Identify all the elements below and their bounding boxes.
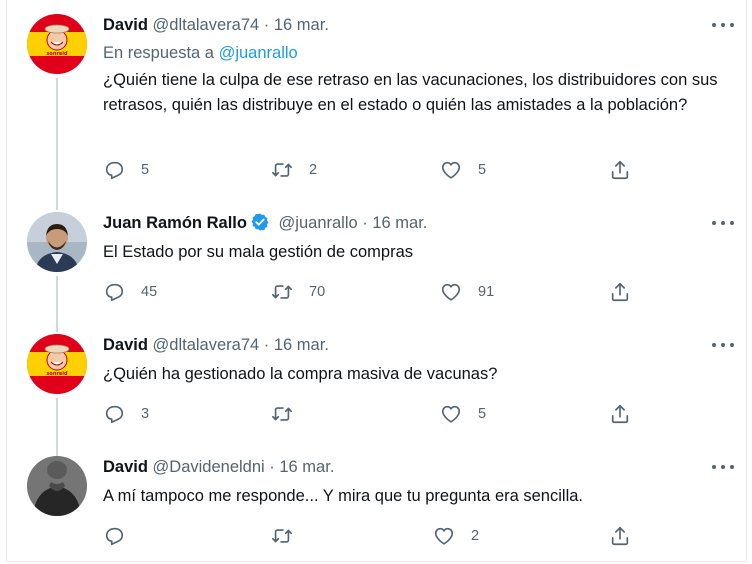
author-handle[interactable]: @Davideneldni [153,458,265,476]
thread-line [56,78,58,208]
avatar-caption: sonreid [46,51,68,57]
retweet-icon [271,525,293,547]
tweet-actions: 45 70 91 [103,280,643,304]
like-count: 5 [478,406,487,422]
retweet-count: 2 [309,162,318,178]
like-count: 2 [471,528,480,544]
tweet-text: El Estado por su mala gestión de compras [103,243,413,261]
share-button[interactable] [609,158,631,182]
tweet-date[interactable]: 16 mar. [372,214,427,232]
reply-count: 5 [141,162,150,178]
tweet-4[interactable]: David @Davideneldni · 16 mar. A mí tampo… [0,456,752,556]
verified-badge-icon [250,212,270,232]
tweet-header: David @Davideneldni · 16 mar. [103,456,334,478]
like-button[interactable]: 5 [440,402,486,426]
reply-icon [103,525,125,547]
tweet-actions: 3 5 [103,402,643,426]
tweet-actions: 5 2 5 [103,158,643,182]
retweet-icon [271,281,293,303]
share-icon [609,525,631,547]
avatar[interactable]: sonreid [27,14,87,74]
like-button[interactable]: 2 [433,524,479,548]
share-icon [609,403,631,425]
author-handle[interactable]: @dltalavera74 [153,16,260,34]
share-button[interactable] [609,280,631,304]
retweet-button[interactable] [271,402,309,426]
bottom-border [6,561,746,562]
avatar[interactable]: sonreid [27,334,87,394]
retweet-button[interactable] [271,524,309,548]
tweet-thread: sonreid David @dltalavera74 · 16 mar. En… [0,0,752,564]
share-icon [609,281,631,303]
retweet-button[interactable]: 70 [271,280,325,304]
like-button[interactable]: 5 [440,158,486,182]
like-icon [440,281,462,303]
author-name[interactable]: David [103,336,148,354]
like-icon [433,525,455,547]
like-button[interactable]: 91 [440,280,494,304]
author-name[interactable]: David [103,16,148,34]
author-handle[interactable]: @juanrallo [279,214,358,232]
avatar-image: sonreid [27,334,87,394]
author-name[interactable]: David [103,458,148,476]
tweet-2[interactable]: Juan Ramón Rallo @juanrallo · 16 mar. El… [0,194,752,332]
thread-line [56,398,58,458]
reply-prefix: En respuesta a [103,44,214,62]
avatar[interactable] [27,212,87,272]
reply-button[interactable] [103,524,141,548]
author-name[interactable]: Juan Ramón Rallo [103,214,247,232]
tweet-text: A mí tampoco me responde... Y mira que t… [103,487,583,505]
tweet-header: David @dltalavera74 · 16 mar. [103,334,329,356]
tweet-text: ¿Quién tiene la culpa de ese retraso en … [103,71,718,114]
tweet-date[interactable]: 16 mar. [274,336,329,354]
avatar-image: sonreid [27,14,87,74]
tweet-actions: 2 [103,524,643,548]
avatar-image [27,456,87,516]
reply-button[interactable]: 45 [103,280,157,304]
more-icon[interactable] [712,21,734,29]
reply-icon [103,159,125,181]
retweet-count: 70 [309,284,326,300]
tweet-1[interactable]: sonreid David @dltalavera74 · 16 mar. En… [0,14,752,208]
share-icon [609,159,631,181]
like-count: 91 [478,284,495,300]
tweet-header: David @dltalavera74 · 16 mar. [103,14,329,36]
like-icon [440,403,462,425]
share-button[interactable] [609,524,631,548]
more-icon[interactable] [712,341,734,349]
tweet-date[interactable]: 16 mar. [279,458,334,476]
more-icon[interactable] [712,219,734,227]
tweet-date[interactable]: 16 mar. [274,16,329,34]
retweet-icon [271,159,293,181]
separator-dot: · [263,16,270,34]
thread-line [56,194,58,210]
reply-count: 3 [141,406,150,422]
separator-dot: · [362,214,368,232]
avatar[interactable] [27,456,87,516]
reply-button[interactable]: 5 [103,158,149,182]
tweet-text: ¿Quién ha gestionado la compra masiva de… [103,365,498,383]
author-handle[interactable]: @dltalavera74 [153,336,260,354]
separator-dot: · [269,458,275,476]
reply-count: 45 [141,284,158,300]
separator-dot: · [263,336,270,354]
avatar-caption: sonreid [46,371,68,377]
tweet-header: Juan Ramón Rallo @juanrallo · 16 mar. [103,212,427,234]
more-icon[interactable] [712,463,734,471]
reply-icon [103,403,125,425]
reply-to-link[interactable]: @juanrallo [219,44,298,62]
thread-line [56,276,58,332]
like-icon [440,159,462,181]
share-button[interactable] [609,402,631,426]
avatar-image [27,212,87,272]
retweet-button[interactable]: 2 [271,158,317,182]
retweet-icon [271,403,293,425]
reply-context: En respuesta a @juanrallo [103,42,298,64]
reply-icon [103,281,125,303]
tweet-3[interactable]: sonreid David @dltalavera74 · 16 mar. ¿Q… [0,334,752,458]
reply-button[interactable]: 3 [103,402,149,426]
like-count: 5 [478,162,487,178]
